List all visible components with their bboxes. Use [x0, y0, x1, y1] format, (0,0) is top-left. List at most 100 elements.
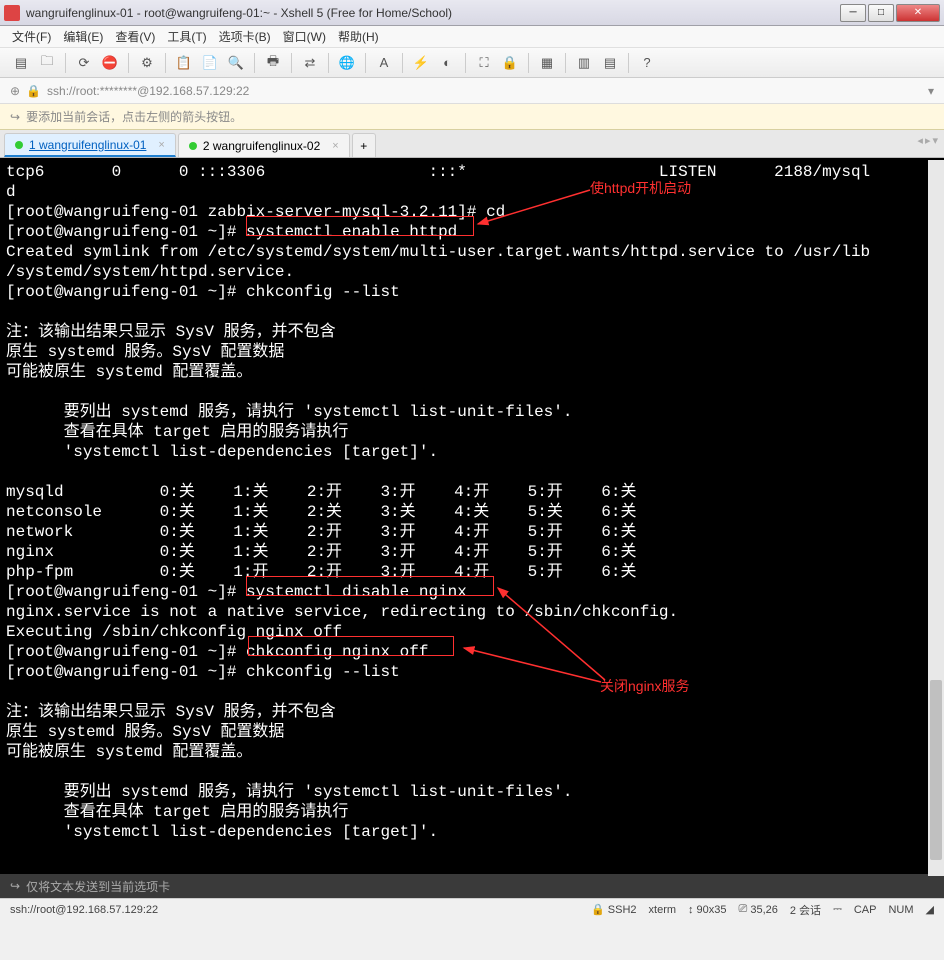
send-hint-bar: ↪ 仅将文本发送到当前选项卡 [0, 874, 944, 898]
terminal-line: netconsole 0:关 1:关 2:关 3:关 4:关 5:关 6:关 [6, 502, 938, 522]
help-icon[interactable]: ? [636, 52, 658, 74]
terminal-line: 'systemctl list-dependencies [target]'. [6, 442, 938, 462]
status-dot-icon [15, 141, 23, 149]
menu-view[interactable]: 查看(V) [115, 28, 155, 45]
cascade-icon[interactable]: ▥ [573, 52, 595, 74]
tab-next-icon[interactable]: ▸ [925, 134, 931, 147]
layout-icon[interactable]: ▤ [599, 52, 621, 74]
terminal-line: nginx 0:关 1:关 2:开 3:开 4:开 5:开 6:关 [6, 542, 938, 562]
terminal-line: 原生 systemd 服务。SysV 配置数据 [6, 342, 938, 362]
terminal-line [6, 762, 938, 782]
copy-icon[interactable]: 📋 [173, 52, 195, 74]
new-session-icon[interactable]: ▤ [10, 52, 32, 74]
close-button[interactable]: ✕ [896, 4, 940, 22]
terminal-line [6, 842, 938, 862]
terminal-line: Created symlink from /etc/systemd/system… [6, 242, 938, 262]
terminal-line: [root@wangruifeng-01 ~]# chkconfig nginx… [6, 642, 938, 662]
tabbar: 1 wangruifenglinux-01 × 2 wangruifenglin… [0, 130, 944, 158]
tile-icon[interactable]: ▦ [536, 52, 558, 74]
font-icon[interactable]: A [373, 52, 395, 74]
terminal-line [6, 682, 938, 702]
tab-add-button[interactable]: + [352, 133, 376, 157]
status-pos: ⎚35,26 [739, 903, 778, 916]
tab-label: 2 wangruifenglinux-02 [203, 139, 320, 153]
status-path: ssh://root@192.168.57.129:22 [10, 904, 579, 916]
terminal-line [6, 462, 938, 482]
window-controls: ─ □ ✕ [838, 4, 940, 22]
plus-icon: + [360, 139, 367, 153]
terminal-line: [root@wangruifeng-01 ~]# chkconfig --lis… [6, 662, 938, 682]
highlight-box-1 [246, 216, 474, 236]
tab-list-icon[interactable]: ▾ [932, 134, 938, 147]
terminal-line: 注：该输出结果只显示 SysV 服务，并不包含 [6, 702, 938, 722]
open-folder-icon[interactable]: 🗀 [36, 52, 58, 74]
addressbar: ⊕ 🔒 ssh://root:********@192.168.57.129:2… [0, 78, 944, 104]
tab-session-1[interactable]: 1 wangruifenglinux-01 × [4, 133, 176, 157]
terminal-line: 要列出 systemd 服务，请执行 'systemctl list-unit-… [6, 782, 938, 802]
terminal-line [6, 382, 938, 402]
transfer-icon[interactable]: ⇄ [299, 52, 321, 74]
terminal-line: tcp6 0 0 :::3306 :::* LISTEN 2188/mysql [6, 162, 938, 182]
terminal-line: 可能被原生 systemd 配置覆盖。 [6, 362, 938, 382]
menu-file[interactable]: 文件(F) [12, 28, 51, 45]
terminal-line: [root@wangruifeng-01 ~]# chkconfig --lis… [6, 282, 938, 302]
status-size: ↕90x35 [688, 904, 726, 916]
terminal-line [6, 302, 938, 322]
hintbar: ↪ 要添加当前会话，点击左侧的箭头按钮。 [0, 104, 944, 130]
menu-tools[interactable]: 工具(T) [167, 28, 206, 45]
annotation-httpd: 使httpd开机启动 [590, 178, 691, 198]
status-dot-icon [189, 142, 197, 150]
toolbar: ▤ 🗀 ⟳ ⛔ ⚙ 📋 📄 🔍 🖶 ⇄ 🌐 A ⚡ ◐ ⛶ 🔒 ▦ ▥ ▤ ? [0, 48, 944, 78]
script-icon[interactable]: ⚡ [410, 52, 432, 74]
scrollbar-thumb[interactable] [930, 680, 942, 860]
menubar: 文件(F) 编辑(E) 查看(V) 工具(T) 选项卡(B) 窗口(W) 帮助(… [0, 26, 944, 48]
status-sessions: 2 会话 [790, 902, 821, 918]
reconnect-icon[interactable]: ⟳ [73, 52, 95, 74]
resize-grip-icon[interactable]: ◢ [926, 903, 934, 916]
tab-close-icon[interactable]: × [332, 140, 338, 152]
terminal[interactable]: tcp6 0 0 :::3306 :::* LISTEN 2188/mysqld… [0, 158, 944, 874]
paste-icon[interactable]: 📄 [199, 52, 221, 74]
send-hint-text: 仅将文本发送到当前选项卡 [26, 878, 170, 895]
tab-prev-icon[interactable]: ◂ [917, 134, 923, 147]
find-icon[interactable]: 🔍 [225, 52, 247, 74]
status-cap: CAP [854, 904, 877, 916]
lock-icon: 🔒 [26, 84, 41, 98]
statusbar: ssh://root@192.168.57.129:22 🔒SSH2 xterm… [0, 898, 944, 920]
status-term: xterm [649, 904, 677, 916]
print-icon[interactable]: 🖶 [262, 52, 284, 74]
properties-icon[interactable]: ⚙ [136, 52, 158, 74]
fullscreen-icon[interactable]: ⛶ [473, 52, 495, 74]
window-title: wangruifenglinux-01 - root@wangruifeng-0… [26, 6, 838, 20]
minimize-button[interactable]: ─ [840, 4, 866, 22]
app-icon [4, 5, 20, 21]
terminal-scrollbar[interactable] [928, 160, 944, 876]
menu-options[interactable]: 选项卡(B) [219, 28, 271, 45]
tab-close-icon[interactable]: × [158, 139, 164, 151]
terminal-line: 注：该输出结果只显示 SysV 服务，并不包含 [6, 322, 938, 342]
globe-icon[interactable]: 🌐 [336, 52, 358, 74]
session-path[interactable]: ssh://root:********@192.168.57.129:22 [47, 84, 922, 98]
menu-window[interactable]: 窗口(W) [283, 28, 326, 45]
terminal-line: Executing /sbin/chkconfig nginx off [6, 622, 938, 642]
macro-icon[interactable]: ◐ [436, 52, 458, 74]
terminal-line: 查看在具体 target 启用的服务请执行 [6, 802, 938, 822]
disconnect-icon[interactable]: ⛔ [99, 52, 121, 74]
terminal-line: 查看在具体 target 启用的服务请执行 [6, 422, 938, 442]
lock-icon[interactable]: 🔒 [499, 52, 521, 74]
menu-help[interactable]: 帮助(H) [338, 28, 379, 45]
highlight-box-2 [246, 576, 494, 596]
terminal-line: nginx.service is not a native service, r… [6, 602, 938, 622]
dropdown-icon[interactable]: ▾ [928, 84, 934, 98]
hint-icon: ↪ [10, 110, 20, 124]
tab-session-2[interactable]: 2 wangruifenglinux-02 × [178, 133, 350, 157]
hint-text: 要添加当前会话，点击左侧的箭头按钮。 [26, 108, 242, 125]
highlight-box-3 [248, 636, 454, 656]
maximize-button[interactable]: □ [868, 4, 894, 22]
terminal-line: /systemd/system/httpd.service. [6, 262, 938, 282]
menu-edit[interactable]: 编辑(E) [63, 28, 103, 45]
annotation-nginx: 关闭nginx服务 [600, 676, 689, 696]
add-session-icon[interactable]: ⊕ [10, 84, 20, 98]
terminal-line: 原生 systemd 服务。SysV 配置数据 [6, 722, 938, 742]
terminal-line: 'systemctl list-dependencies [target]'. [6, 822, 938, 842]
